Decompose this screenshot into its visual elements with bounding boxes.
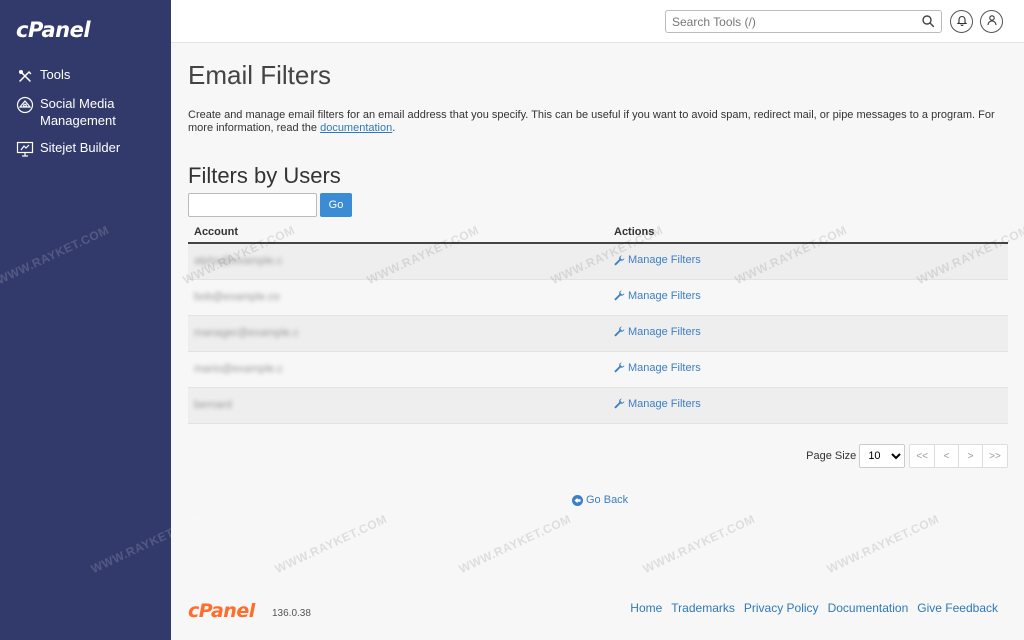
wrench-icon <box>614 254 625 265</box>
user-icon <box>986 13 998 31</box>
manage-filters-link[interactable]: Manage Filters <box>614 254 701 266</box>
table-row: bob@example.co Manage Filters <box>188 279 1008 316</box>
manage-filters-label: Manage Filters <box>628 254 701 266</box>
watermark: WWW.RAYKET.COM <box>640 511 758 577</box>
sidebar-item-label: Social Media Management <box>40 96 116 128</box>
account-cell: bernard <box>188 387 608 424</box>
table-header-row: Account Actions <box>188 221 1008 244</box>
table-row: alpha@example.c Manage Filters <box>188 243 1008 280</box>
go-button[interactable]: Go <box>320 193 352 217</box>
footer-link-privacy-policy[interactable]: Privacy Policy <box>744 601 819 615</box>
manage-filters-label: Manage Filters <box>628 325 701 338</box>
actions-cell: Manage Filters <box>608 351 1008 388</box>
go-back-link[interactable]: Go Back <box>572 494 628 506</box>
notifications-button[interactable] <box>950 10 973 33</box>
footer-link-give-feedback[interactable]: Give Feedback <box>917 601 998 615</box>
cpanel-logo[interactable]: cPanel <box>16 18 91 42</box>
actions-cell: Manage Filters <box>608 279 1008 316</box>
account-cell: mario@example.c <box>188 351 608 388</box>
account-email: manager@example.c <box>194 327 299 339</box>
page-size-label: Page Size <box>806 450 857 462</box>
table-row: manager@example.c Manage Filters <box>188 315 1008 352</box>
sidebar-nav: Tools Social Media Management Sitejet Bu… <box>0 66 171 168</box>
page-title: Email Filters <box>188 60 332 90</box>
description-text: Create and manage email filters for an e… <box>188 109 995 134</box>
tools-icon <box>16 67 34 85</box>
table-row: bernard Manage Filters <box>188 387 1008 424</box>
sidebar-item-social-media[interactable]: Social Media Management <box>0 95 171 129</box>
pagination: Page Size 10 << < > >> <box>806 444 1008 468</box>
manage-filters-link[interactable]: Manage Filters <box>614 326 701 338</box>
table-row: mario@example.c Manage Filters <box>188 351 1008 388</box>
column-header-account[interactable]: Account <box>188 221 608 244</box>
account-cell: bob@example.co <box>188 279 608 316</box>
bell-icon <box>956 13 968 31</box>
social-media-icon <box>16 96 34 114</box>
sidebar-item-label: Sitejet Builder <box>40 140 121 155</box>
search-icon[interactable] <box>921 14 937 30</box>
watermark: WWW.RAYKET.COM <box>824 511 942 577</box>
watermark: WWW.RAYKET.COM <box>272 511 390 577</box>
user-menu-button[interactable] <box>980 10 1003 33</box>
users-table: Account Actions alpha@example.c Manage F… <box>188 221 1008 424</box>
top-bar <box>171 0 1024 43</box>
manage-filters-link[interactable]: Manage Filters <box>614 362 701 374</box>
manage-filters-link[interactable]: Manage Filters <box>614 290 701 302</box>
sitejet-icon <box>16 140 34 158</box>
wrench-icon <box>614 398 625 409</box>
account-email: alpha@example.c <box>194 255 283 268</box>
footer-link-documentation[interactable]: Documentation <box>828 601 909 615</box>
wrench-icon <box>614 326 625 337</box>
next-page-button[interactable]: > <box>959 445 983 467</box>
column-header-actions: Actions <box>608 221 1008 244</box>
watermark: WWW.RAYKET.COM <box>456 511 574 577</box>
manage-filters-label: Manage Filters <box>628 289 701 302</box>
footer-links: Home Trademarks Privacy Policy Documenta… <box>630 601 998 615</box>
account-cell: manager@example.c <box>188 315 608 352</box>
account-email: bernard <box>194 399 232 411</box>
footer-cpanel-logo[interactable]: cPanel <box>188 600 255 622</box>
footer-link-trademarks[interactable]: Trademarks <box>671 601 735 615</box>
account-email: mario@example.c <box>194 363 283 375</box>
wrench-icon <box>614 362 625 373</box>
sidebar-item-sitejet[interactable]: Sitejet Builder <box>0 139 171 158</box>
page-size-select[interactable]: 10 <box>859 444 906 468</box>
actions-cell: Manage Filters <box>608 315 1008 352</box>
manage-filters-label: Manage Filters <box>628 361 701 374</box>
go-back-label: Go Back <box>586 494 629 506</box>
filter-users-input[interactable] <box>188 193 317 217</box>
last-page-button[interactable]: >> <box>983 445 1007 467</box>
previous-page-button[interactable]: < <box>935 445 959 467</box>
search-input[interactable] <box>672 14 912 30</box>
version-number: 136.0.38 <box>272 608 311 619</box>
account-cell: alpha@example.c <box>188 243 608 280</box>
manage-filters-link[interactable]: Manage Filters <box>614 398 701 410</box>
manage-filters-label: Manage Filters <box>628 397 701 410</box>
sidebar-item-label: Tools <box>40 67 71 82</box>
description-end: . <box>392 122 396 134</box>
section-title: Filters by Users <box>188 163 341 188</box>
sidebar-item-tools[interactable]: Tools <box>0 66 171 85</box>
page-nav-buttons: << < > >> <box>909 444 1008 468</box>
sidebar: cPanel Tools Social Media Management Sit… <box>0 0 171 640</box>
actions-cell: Manage Filters <box>608 387 1008 424</box>
footer-link-home[interactable]: Home <box>630 601 662 615</box>
search-box[interactable] <box>665 10 942 33</box>
account-email: bob@example.co <box>194 291 280 303</box>
page-description: Create and manage email filters for an e… <box>188 109 1003 135</box>
arrow-left-circle-icon <box>572 494 583 506</box>
wrench-icon <box>614 290 625 301</box>
actions-cell: Manage Filters <box>608 243 1008 280</box>
documentation-link[interactable]: documentation <box>320 122 392 134</box>
first-page-button[interactable]: << <box>910 445 935 467</box>
